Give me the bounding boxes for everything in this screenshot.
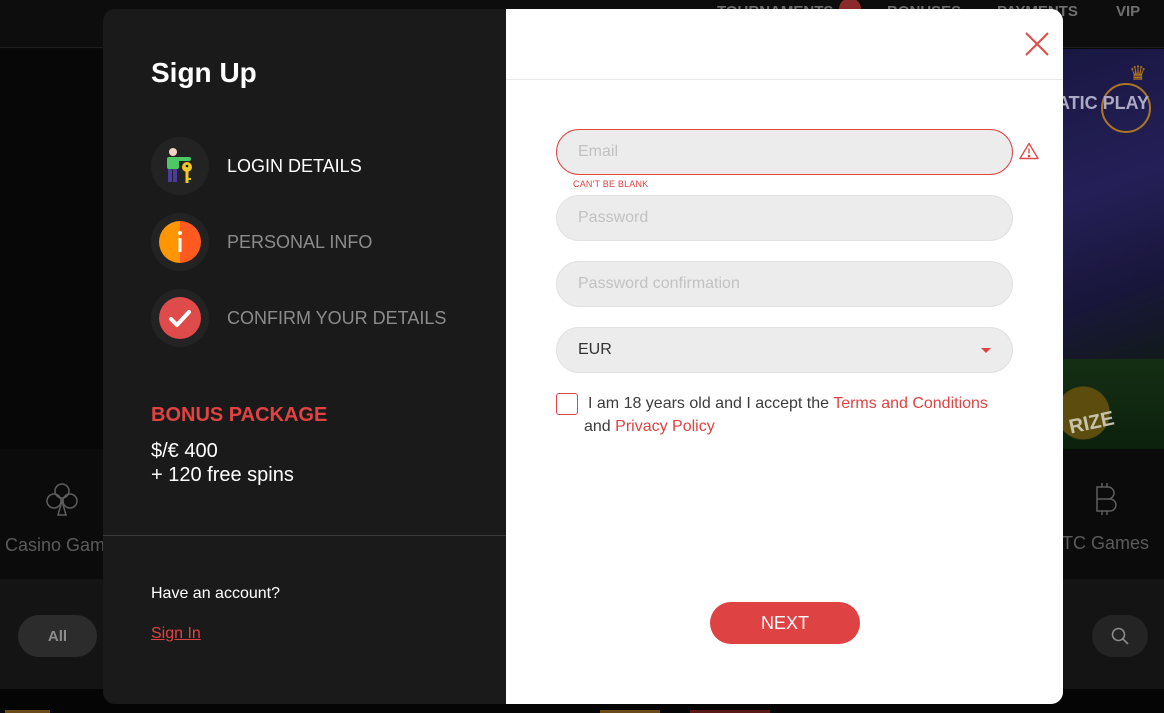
signup-sidebar: Sign Up LOGIN DETAILS PERSONAL INFO CONF…: [103, 9, 506, 704]
terms-text: I am 18 years old and I accept the Terms…: [584, 395, 988, 435]
check-icon: [151, 289, 209, 347]
modal-title: Sign Up: [151, 57, 257, 88]
bonus-package-title: BONUS PACKAGE: [151, 404, 328, 426]
next-button[interactable]: NEXT: [710, 602, 860, 644]
step-login-details: LOGIN DETAILS: [151, 137, 491, 195]
user-key-icon: [151, 137, 209, 195]
brand-logo-text: ATIC PLAY: [1057, 93, 1150, 113]
filter-all-button[interactable]: All: [18, 615, 97, 657]
game-search-button[interactable]: [1092, 615, 1148, 657]
chevron-down-icon: [981, 347, 991, 353]
crown-icon: ♛: [1129, 63, 1147, 85]
bitcoin-icon: [1090, 481, 1120, 523]
step-confirm-details: CONFIRM YOUR DETAILS: [151, 289, 491, 347]
search-icon: [1111, 627, 1129, 645]
promo-banner-image[interactable]: ♛ ATIC PLAY RIZE: [1057, 49, 1164, 449]
email-field[interactable]: [556, 129, 1013, 175]
terms-checkbox[interactable]: [556, 393, 578, 415]
terms-and-conditions-link[interactable]: Terms and Conditions: [833, 395, 988, 412]
form-header: [506, 9, 1063, 80]
password-input[interactable]: [578, 209, 991, 227]
close-button[interactable]: [1022, 29, 1052, 59]
bonus-amount: $/€ 400: [151, 440, 218, 462]
sign-in-link[interactable]: Sign In: [151, 625, 201, 643]
privacy-policy-link[interactable]: Privacy Policy: [615, 418, 715, 435]
email-input[interactable]: [578, 143, 991, 161]
currency-selected-value: EUR: [578, 341, 612, 358]
divider: [103, 535, 506, 536]
bonus-free-spins: + 120 free spins: [151, 464, 294, 486]
warning-icon: [1019, 142, 1039, 160]
password-field[interactable]: [556, 195, 1013, 241]
have-account-text: Have an account?: [151, 585, 280, 602]
email-error-message: CAN'T BE BLANK: [573, 179, 649, 189]
terms-consent: I am 18 years old and I accept the Terms…: [556, 392, 1016, 438]
currency-select[interactable]: EUR: [556, 327, 1013, 373]
close-icon: [1025, 32, 1049, 56]
nav-vip[interactable]: VIP: [1116, 3, 1140, 20]
club-icon: [45, 481, 79, 525]
step-personal-info: PERSONAL INFO: [151, 213, 491, 271]
password-confirmation-field[interactable]: [556, 261, 1013, 307]
password-confirmation-input[interactable]: [578, 275, 991, 293]
category-casino-games[interactable]: Casino Gam: [5, 449, 105, 556]
info-icon: [151, 213, 209, 271]
signup-form-panel: CAN'T BE BLANK EUR I am 18 years old and…: [506, 9, 1063, 704]
signup-modal: Sign Up LOGIN DETAILS PERSONAL INFO CONF…: [103, 9, 1063, 704]
category-btc-games[interactable]: BTC Games: [1050, 449, 1149, 554]
